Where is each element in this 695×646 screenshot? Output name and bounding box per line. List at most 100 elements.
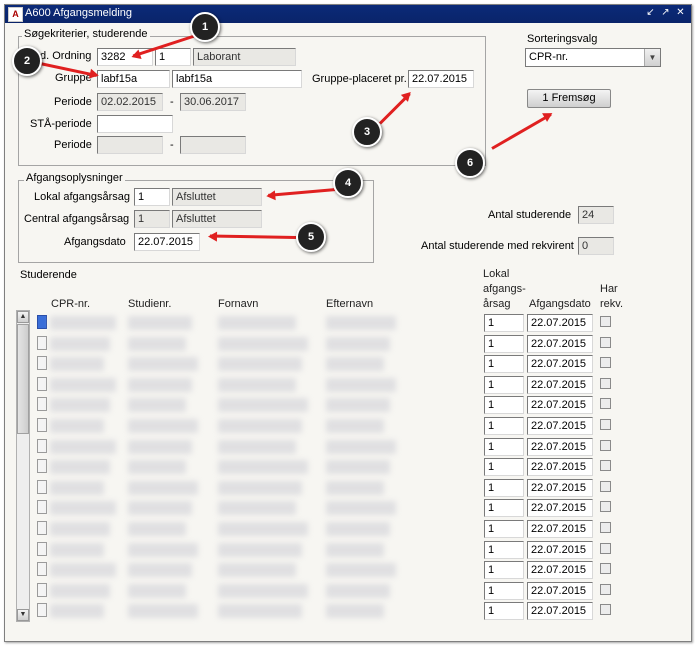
periode-to-field: 30.06.2017 xyxy=(180,93,246,111)
row-har-rekv-checkbox[interactable] xyxy=(600,357,611,368)
redacted-cell xyxy=(218,378,296,392)
row-afgangsdato-field[interactable]: 22.07.2015 xyxy=(527,499,593,517)
gruppe-code-field[interactable]: labf15a xyxy=(97,70,170,88)
row-har-rekv-checkbox[interactable] xyxy=(600,481,611,492)
afgangsdato-field[interactable]: 22.07.2015 xyxy=(134,233,200,251)
staa-periode-field[interactable] xyxy=(97,115,173,133)
row-selector[interactable] xyxy=(37,542,47,556)
col-lokal-line1: Lokal xyxy=(483,268,510,280)
redacted-cell xyxy=(50,481,104,495)
row-selector[interactable] xyxy=(37,377,47,391)
row-selector[interactable] xyxy=(37,521,47,535)
redacted-cell xyxy=(50,584,110,598)
row-har-rekv-checkbox[interactable] xyxy=(600,584,611,595)
row-afgangsdato-field[interactable]: 22.07.2015 xyxy=(527,376,593,394)
row-lokal-field[interactable]: 1 xyxy=(484,396,524,414)
row-afgangsdato-field[interactable]: 22.07.2015 xyxy=(527,355,593,373)
gruppe-placeret-field[interactable]: 22.07.2015 xyxy=(408,70,474,88)
row-lokal-field[interactable]: 1 xyxy=(484,355,524,373)
scroll-up-icon[interactable]: ▲ xyxy=(17,311,29,323)
row-afgangsdato-field[interactable]: 22.07.2015 xyxy=(527,314,593,332)
sort-select-value: CPR-nr. xyxy=(529,51,569,63)
row-lokal-field[interactable]: 1 xyxy=(484,314,524,332)
row-afgangsdato-field[interactable]: 22.07.2015 xyxy=(527,561,593,579)
redacted-cell xyxy=(326,316,396,330)
row-lokal-field[interactable]: 1 xyxy=(484,582,524,600)
ordning-num-field[interactable]: 1 xyxy=(155,48,191,66)
row-lokal-field[interactable]: 1 xyxy=(484,438,524,456)
col-fornavn: Fornavn xyxy=(218,298,259,310)
row-lokal-field[interactable]: 1 xyxy=(484,376,524,394)
row-har-rekv-checkbox[interactable] xyxy=(600,398,611,409)
periode2-to-field xyxy=(180,136,246,154)
row-lokal-field[interactable]: 1 xyxy=(484,417,524,435)
lokal-afgang-code-field[interactable]: 1 xyxy=(134,188,170,206)
row-har-rekv-checkbox[interactable] xyxy=(600,316,611,327)
row-afgangsdato-field[interactable]: 22.07.2015 xyxy=(527,479,593,497)
redacted-cell xyxy=(128,460,186,474)
row-lokal-field[interactable]: 1 xyxy=(484,541,524,559)
row-selector[interactable] xyxy=(37,439,47,453)
search-button[interactable]: 1 Fremsøg xyxy=(527,89,611,108)
row-selector[interactable] xyxy=(37,480,47,494)
row-har-rekv-checkbox[interactable] xyxy=(600,563,611,574)
row-har-rekv-checkbox[interactable] xyxy=(600,522,611,533)
redacted-cell xyxy=(218,543,302,557)
scroll-thumb[interactable] xyxy=(17,324,29,434)
maximize-icon[interactable]: ↗ xyxy=(659,6,672,20)
row-selector[interactable] xyxy=(37,336,47,350)
gruppe-name-field[interactable]: labf15a xyxy=(172,70,302,88)
redacted-cell xyxy=(128,481,198,495)
row-har-rekv-checkbox[interactable] xyxy=(600,460,611,471)
row-har-rekv-checkbox[interactable] xyxy=(600,604,611,615)
row-selector[interactable] xyxy=(37,603,47,617)
redacted-cell xyxy=(326,419,384,433)
row-selector[interactable] xyxy=(37,315,47,329)
row-har-rekv-checkbox[interactable] xyxy=(600,378,611,389)
row-lokal-field[interactable]: 1 xyxy=(484,499,524,517)
row-afgangsdato-field[interactable]: 22.07.2015 xyxy=(527,541,593,559)
redacted-cell xyxy=(50,357,104,371)
row-selector[interactable] xyxy=(37,562,47,576)
row-har-rekv-checkbox[interactable] xyxy=(600,501,611,512)
row-afgangsdato-field[interactable]: 22.07.2015 xyxy=(527,335,593,353)
row-lokal-field[interactable]: 1 xyxy=(484,561,524,579)
redacted-cell xyxy=(128,419,198,433)
row-selector[interactable] xyxy=(37,356,47,370)
row-afgangsdato-field[interactable]: 22.07.2015 xyxy=(527,417,593,435)
scroll-down-icon[interactable]: ▼ xyxy=(17,609,29,621)
sort-select[interactable]: CPR-nr. ▼ xyxy=(525,48,661,67)
row-selector[interactable] xyxy=(37,500,47,514)
row-selector[interactable] xyxy=(37,459,47,473)
periode-label: Periode xyxy=(54,96,92,108)
row-lokal-field[interactable]: 1 xyxy=(484,335,524,353)
row-selector[interactable] xyxy=(37,583,47,597)
close-icon[interactable]: ✕ xyxy=(674,6,687,20)
central-afgang-code-field: 1 xyxy=(134,210,170,228)
row-afgangsdato-field[interactable]: 22.07.2015 xyxy=(527,582,593,600)
col-lokal-line2: afgangs- xyxy=(483,283,526,295)
row-afgangsdato-field[interactable]: 22.07.2015 xyxy=(527,602,593,620)
row-selector[interactable] xyxy=(37,397,47,411)
row-selector[interactable] xyxy=(37,418,47,432)
row-har-rekv-checkbox[interactable] xyxy=(600,337,611,348)
row-lokal-field[interactable]: 1 xyxy=(484,602,524,620)
row-har-rekv-checkbox[interactable] xyxy=(600,543,611,554)
row-har-rekv-checkbox[interactable] xyxy=(600,440,611,451)
redacted-cell xyxy=(326,357,384,371)
row-lokal-field[interactable]: 1 xyxy=(484,520,524,538)
redacted-cell xyxy=(326,604,384,618)
row-afgangsdato-field[interactable]: 22.07.2015 xyxy=(527,438,593,456)
row-afgangsdato-field[interactable]: 22.07.2015 xyxy=(527,458,593,476)
chevron-down-icon[interactable]: ▼ xyxy=(644,49,660,66)
col-efternavn: Efternavn xyxy=(326,298,374,310)
redacted-cell xyxy=(128,440,192,454)
table-scrollbar[interactable]: ▲ ▼ xyxy=(16,310,30,622)
row-afgangsdato-field[interactable]: 22.07.2015 xyxy=(527,520,593,538)
minimize-icon[interactable]: ↙ xyxy=(644,6,657,20)
row-afgangsdato-field[interactable]: 22.07.2015 xyxy=(527,396,593,414)
row-lokal-field[interactable]: 1 xyxy=(484,479,524,497)
row-lokal-field[interactable]: 1 xyxy=(484,458,524,476)
title-bar[interactable]: A A600 Afgangsmelding ↙ ↗ ✕ xyxy=(5,5,691,23)
row-har-rekv-checkbox[interactable] xyxy=(600,419,611,430)
